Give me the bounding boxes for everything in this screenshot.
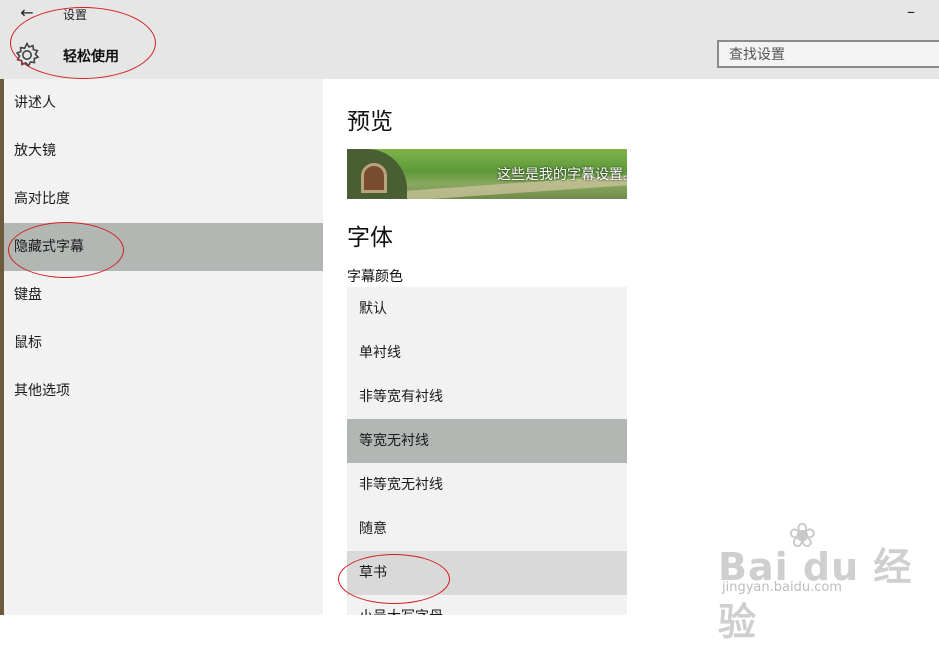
font-option-proportional-sans-serif[interactable]: 非等宽无衬线 bbox=[347, 463, 627, 507]
preview-caption-text: 这些是我的字幕设置。 bbox=[497, 167, 627, 183]
minimize-button[interactable]: – bbox=[901, 2, 921, 22]
caption-preview-image: 这些是我的字幕设置。 bbox=[347, 149, 627, 199]
caption-font-dropdown-list[interactable]: 默认 单衬线 非等宽有衬线 等宽无衬线 非等宽无衬线 随意 草书 小号大写字母 bbox=[347, 287, 627, 615]
font-option-default[interactable]: 默认 bbox=[347, 287, 627, 331]
gear-icon bbox=[15, 41, 40, 68]
sidebar: 讲述人 放大镜 高对比度 隐藏式字幕 键盘 鼠标 其他选项 bbox=[0, 79, 323, 615]
font-option-small-capitals[interactable]: 小号大写字母 bbox=[347, 595, 627, 615]
title-bar: ← 设置 – 轻松使用 bbox=[0, 0, 939, 79]
page-title: 轻松使用 bbox=[63, 49, 119, 65]
sidebar-item-other-options[interactable]: 其他选项 bbox=[0, 367, 323, 415]
window-edge-strip bbox=[0, 79, 4, 615]
sidebar-item-closed-captions[interactable]: 隐藏式字幕 bbox=[0, 223, 323, 271]
font-option-monospaced-serif[interactable]: 单衬线 bbox=[347, 331, 627, 375]
back-button[interactable]: ← bbox=[16, 2, 38, 24]
font-heading: 字体 bbox=[347, 225, 393, 251]
preview-heading: 预览 bbox=[347, 109, 393, 135]
sidebar-item-mouse[interactable]: 鼠标 bbox=[0, 319, 323, 367]
font-option-casual[interactable]: 随意 bbox=[347, 507, 627, 551]
window-title: 设置 bbox=[63, 8, 88, 22]
font-option-cursive[interactable]: 草书 bbox=[347, 551, 627, 595]
sidebar-item-narrator[interactable]: 讲述人 bbox=[0, 79, 323, 127]
font-option-proportional-serif[interactable]: 非等宽有衬线 bbox=[347, 375, 627, 419]
sidebar-item-keyboard[interactable]: 键盘 bbox=[0, 271, 323, 319]
search-input[interactable] bbox=[717, 40, 939, 68]
sidebar-item-high-contrast[interactable]: 高对比度 bbox=[0, 175, 323, 223]
caption-color-label: 字幕颜色 bbox=[347, 269, 403, 285]
font-option-monospaced-sans-serif[interactable]: 等宽无衬线 bbox=[347, 419, 627, 463]
sidebar-item-magnifier[interactable]: 放大镜 bbox=[0, 127, 323, 175]
